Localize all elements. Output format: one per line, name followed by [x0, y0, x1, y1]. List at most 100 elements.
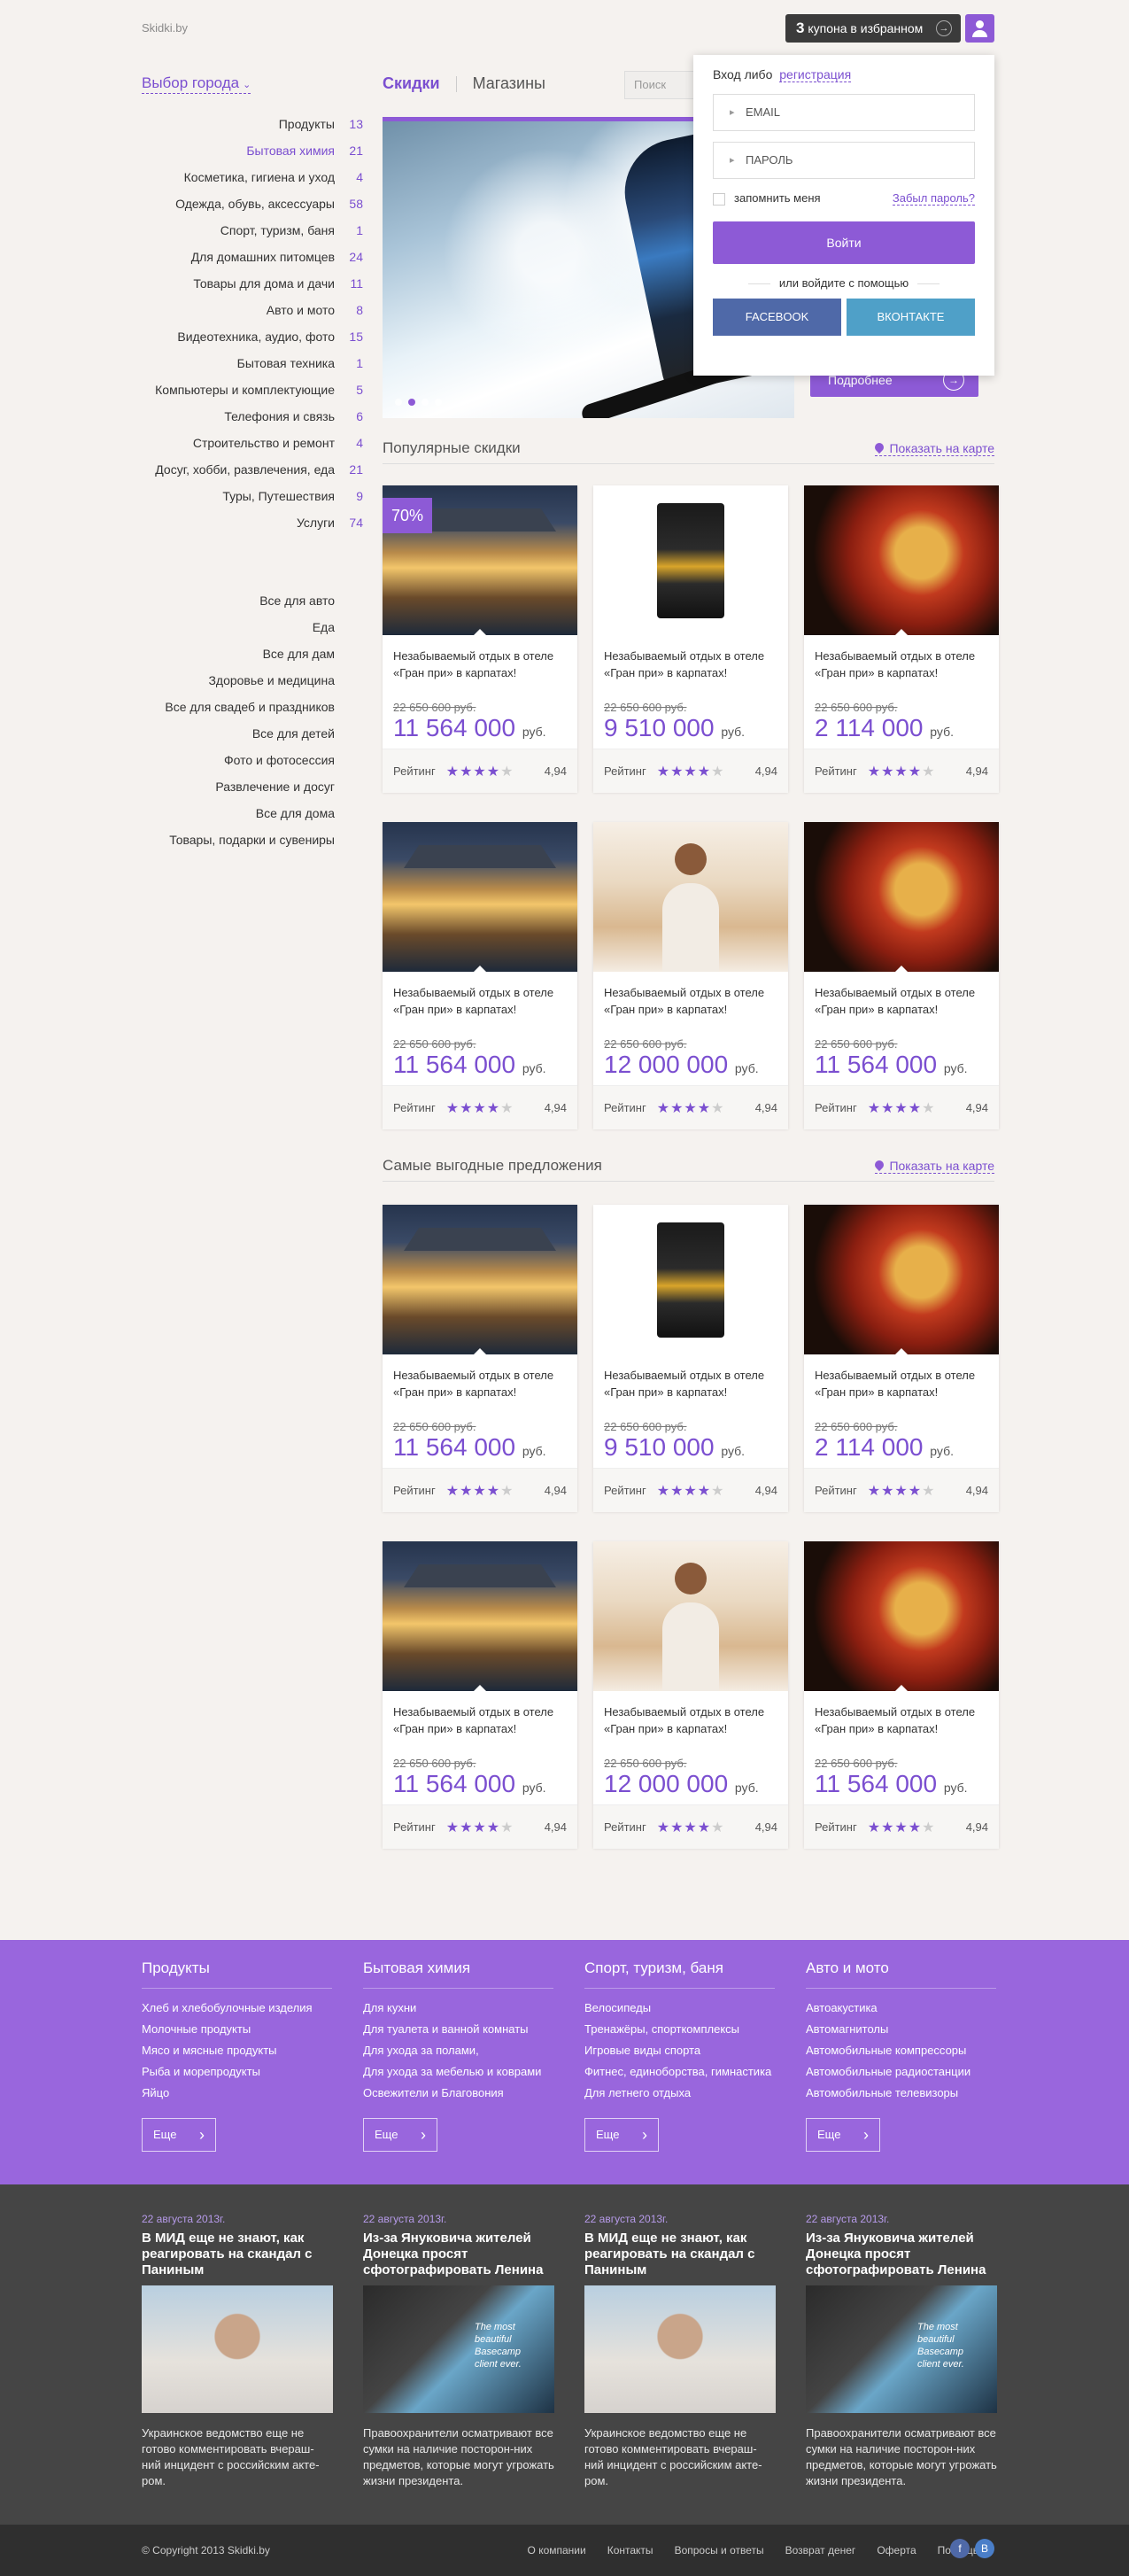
remember-me-checkbox[interactable]: запомнить меня [713, 191, 821, 206]
news-item[interactable]: 22 августа 2013г. В МИД еще не знают, как… [584, 2213, 776, 2489]
footer-link[interactable]: Яйцо [142, 2083, 332, 2104]
footer-link[interactable]: Автомобильные телевизоры [806, 2083, 996, 2104]
footer-column-title[interactable]: Бытовая химия [363, 1959, 553, 1989]
tab-shops[interactable]: Магазины [473, 74, 545, 92]
slider-dot[interactable] [421, 399, 429, 406]
bottom-menu-link[interactable]: Вопросы и ответы [675, 2544, 764, 2557]
deal-image-pizza[interactable] [804, 485, 999, 635]
footer-link[interactable]: Молочные продукты [142, 2019, 332, 2040]
news-title[interactable]: Из-за Януковича жителей Донецка просят с… [363, 2231, 554, 2284]
general-category-item[interactable]: Все для детей [124, 725, 335, 751]
category-item[interactable]: Авто и мото 8 [124, 301, 363, 328]
favorites-button[interactable]: 3 купона в избранном → [785, 14, 961, 43]
vkontakte-login-button[interactable]: ВКОНТАКТЕ [847, 299, 975, 336]
site-logo[interactable]: Skidki.by [142, 21, 188, 35]
footer-link[interactable]: Для ухода за мебелью и коврами [363, 2061, 553, 2083]
deal-image-house[interactable] [383, 1541, 577, 1691]
deal-image-pizza[interactable] [804, 1205, 999, 1354]
deal-card[interactable]: Незабываемый отдых в отеле «Гран при» в … [593, 822, 788, 1129]
deal-image-yoga[interactable] [593, 822, 788, 972]
footer-link[interactable]: Для кухни [363, 1998, 553, 2019]
footer-link[interactable]: Автомобильные радиостанции [806, 2061, 996, 2083]
general-category-item[interactable]: Все для дам [124, 645, 335, 671]
category-item[interactable]: Видеотехника, аудио, фото 15 [124, 328, 363, 354]
deal-card[interactable]: Незабываемый отдых в отеле «Гран при» в … [804, 485, 999, 793]
category-item[interactable]: Спорт, туризм, баня 1 [124, 221, 363, 248]
register-link[interactable]: регистрация [779, 67, 852, 82]
slider-dot[interactable] [395, 399, 402, 406]
footer-link[interactable]: Игровые виды спорта [584, 2040, 775, 2061]
general-category-item[interactable]: Товары, подарки и сувениры [124, 831, 335, 857]
category-item[interactable]: Косметика, гигиена и уход 4 [124, 168, 363, 195]
footer-link[interactable]: Рыба и морепродукты [142, 2061, 332, 2083]
category-item[interactable]: Для домашних питомцев 24 [124, 248, 363, 275]
category-item[interactable]: Компьютеры и комплектующие 5 [124, 381, 363, 407]
news-title[interactable]: В МИД еще не знают, как реагировать на с… [584, 2231, 776, 2284]
deal-card[interactable]: Незабываемый отдых в отеле «Гран при» в … [593, 485, 788, 793]
email-field[interactable]: EMAIL [713, 94, 975, 131]
deal-image-yoga[interactable] [593, 1541, 788, 1691]
deal-image-house[interactable] [383, 822, 577, 972]
deal-image-pizza[interactable] [804, 822, 999, 972]
footer-link[interactable]: Мясо и мясные продукты [142, 2040, 332, 2061]
footer-link[interactable]: Автомобильные компрессоры [806, 2040, 996, 2061]
bottom-menu-link[interactable]: Контакты [607, 2544, 653, 2557]
news-title[interactable]: Из-за Януковича жителей Донецка просят с… [806, 2231, 997, 2284]
footer-column-title[interactable]: Спорт, туризм, баня [584, 1959, 775, 1989]
deal-image-house[interactable] [383, 1205, 577, 1354]
deal-card[interactable]: Незабываемый отдых в отеле «Гран при» в … [804, 1541, 999, 1849]
footer-link[interactable]: Для туалета и ванной комнаты [363, 2019, 553, 2040]
login-button[interactable]: Войти [713, 221, 975, 264]
deal-image-house[interactable]: 70% [383, 485, 577, 635]
news-item[interactable]: 22 августа 2013г. Из-за Януковича жителей… [363, 2213, 554, 2489]
bottom-menu-link[interactable]: О компании [528, 2544, 586, 2557]
category-item[interactable]: Туры, Путешествия 9 [124, 487, 363, 514]
footer-link[interactable]: Автоакустика [806, 1998, 996, 2019]
facebook-login-button[interactable]: FACEBOOK [713, 299, 841, 336]
show-on-map-link[interactable]: Показать на карте [875, 1159, 994, 1174]
news-item[interactable]: 22 августа 2013г. Из-за Януковича жителей… [806, 2213, 997, 2489]
news-image[interactable]: The most beautiful Basecamp client ever. [806, 2285, 997, 2413]
deal-image-pizza[interactable] [804, 1541, 999, 1691]
footer-link[interactable]: Автомагнитолы [806, 2019, 996, 2040]
slider-dot-active[interactable] [408, 399, 415, 406]
footer-link[interactable]: Хлеб и хлебобулочные изделия [142, 1998, 332, 2019]
general-category-item[interactable]: Фото и фотосессия [124, 751, 335, 778]
deal-card[interactable]: Незабываемый отдых в отеле «Гран при» в … [593, 1205, 788, 1512]
user-account-button[interactable] [965, 14, 994, 43]
general-category-item[interactable]: Еда [124, 618, 335, 645]
password-field[interactable]: ПАРОЛЬ [713, 142, 975, 179]
news-item[interactable]: 22 августа 2013г. В МИД еще не знают, как… [142, 2213, 333, 2489]
general-category-item[interactable]: Все для авто [124, 592, 335, 618]
bottom-menu-link[interactable]: Возврат денег [785, 2544, 856, 2557]
footer-column-title[interactable]: Продукты [142, 1959, 332, 1989]
general-category-item[interactable]: Все для свадеб и праздников [124, 698, 335, 725]
more-button[interactable]: Еще [806, 2118, 880, 2152]
footer-column-title[interactable]: Авто и мото [806, 1959, 996, 1989]
footer-link[interactable]: Освежители и Благовония [363, 2083, 553, 2104]
slider-dot[interactable] [435, 399, 442, 406]
footer-link[interactable]: Для ухода за полами, [363, 2040, 553, 2061]
deal-card[interactable]: Незабываемый отдых в отеле «Гран при» в … [804, 822, 999, 1129]
more-button[interactable]: Еще [142, 2118, 216, 2152]
category-item[interactable]: Строительство и ремонт 4 [124, 434, 363, 461]
category-item[interactable]: Услуги 74 [124, 514, 363, 540]
category-item[interactable]: Досуг, хобби, развлечения, еда 21 [124, 461, 363, 487]
news-image[interactable]: The most beautiful Basecamp client ever. [363, 2285, 554, 2413]
deal-image-coffee[interactable] [593, 485, 788, 635]
deal-card[interactable]: 70% Незабываемый отдых в отеле «Гран при»… [383, 485, 577, 793]
forgot-password-link[interactable]: Забыл пароль? [892, 191, 975, 206]
deal-card[interactable]: Незабываемый отдых в отеле «Гран при» в … [383, 1541, 577, 1849]
news-image[interactable] [584, 2285, 776, 2413]
search-input[interactable]: Поиск [624, 71, 695, 99]
footer-link[interactable]: Для летнего отдыха [584, 2083, 775, 2104]
deal-card[interactable]: Незабываемый отдых в отеле «Гран при» в … [804, 1205, 999, 1512]
category-item[interactable]: Одежда, обувь, аксессуары 58 [124, 195, 363, 221]
category-item[interactable]: Бытовая техника 1 [124, 354, 363, 381]
news-image[interactable] [142, 2285, 333, 2413]
footer-link[interactable]: Фитнес, единоборства, гимнастика [584, 2061, 775, 2083]
facebook-icon[interactable]: f [950, 2539, 970, 2558]
general-category-item[interactable]: Здоровье и медицина [124, 671, 335, 698]
category-item[interactable]: Бытовая химия 21 [124, 142, 363, 168]
more-button[interactable]: Еще [363, 2118, 437, 2152]
